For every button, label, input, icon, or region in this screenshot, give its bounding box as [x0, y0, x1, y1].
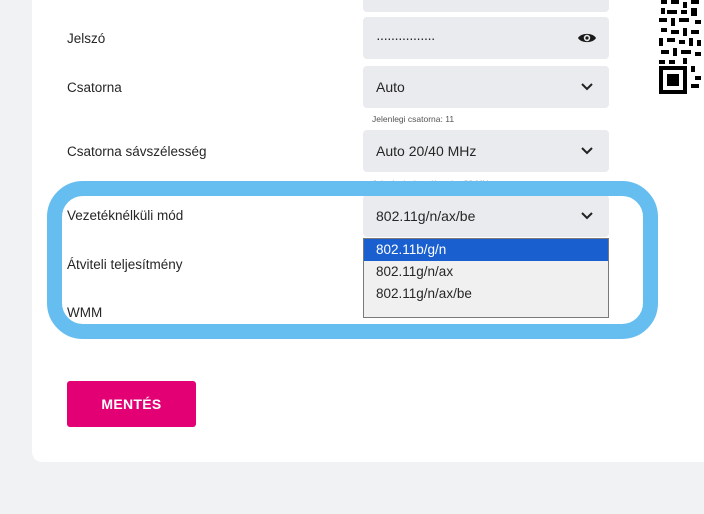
wireless-mode-label: Vezetéknélküli mód	[67, 208, 184, 223]
password-field[interactable]: ················	[363, 17, 609, 59]
channel-label: Csatorna	[67, 80, 122, 95]
channel-helper: Jelenlegi csatorna: 11	[372, 114, 455, 124]
chevron-down-icon	[581, 147, 593, 155]
wireless-mode-value: 802.11g/n/ax/be	[376, 208, 476, 224]
ssid-field-partial[interactable]	[363, 0, 609, 12]
bandwidth-select[interactable]: Auto 20/40 MHz	[363, 130, 609, 172]
eye-icon[interactable]	[577, 31, 597, 45]
tx-power-label: Átviteli teljesítmény	[67, 257, 183, 272]
option-802-11gnaxbe[interactable]: 802.11g/n/ax/be	[364, 283, 608, 305]
password-value: ················	[376, 30, 436, 46]
wireless-mode-options: 802.11b/g/n 802.11g/n/ax 802.11g/n/ax/be	[363, 238, 609, 318]
qr-code	[659, 0, 704, 102]
option-802-11gnax[interactable]: 802.11g/n/ax	[364, 261, 608, 283]
option-802-11bgn[interactable]: 802.11b/g/n	[364, 239, 608, 261]
chevron-down-icon	[581, 83, 593, 91]
chevron-down-icon	[581, 212, 593, 220]
bandwidth-label: Csatorna sávszélesség	[67, 144, 207, 159]
save-button[interactable]: MENTÉS	[67, 381, 196, 427]
channel-value: Auto	[376, 79, 405, 95]
channel-select[interactable]: Auto	[363, 66, 609, 108]
wmm-label: WMM	[67, 305, 103, 320]
password-label: Jelszó	[67, 31, 106, 46]
bandwidth-helper: Jelenlegi sávszélesség: 20 MHz	[372, 178, 493, 188]
bandwidth-value: Auto 20/40 MHz	[376, 143, 477, 159]
wireless-mode-select[interactable]: 802.11g/n/ax/be	[363, 195, 609, 237]
